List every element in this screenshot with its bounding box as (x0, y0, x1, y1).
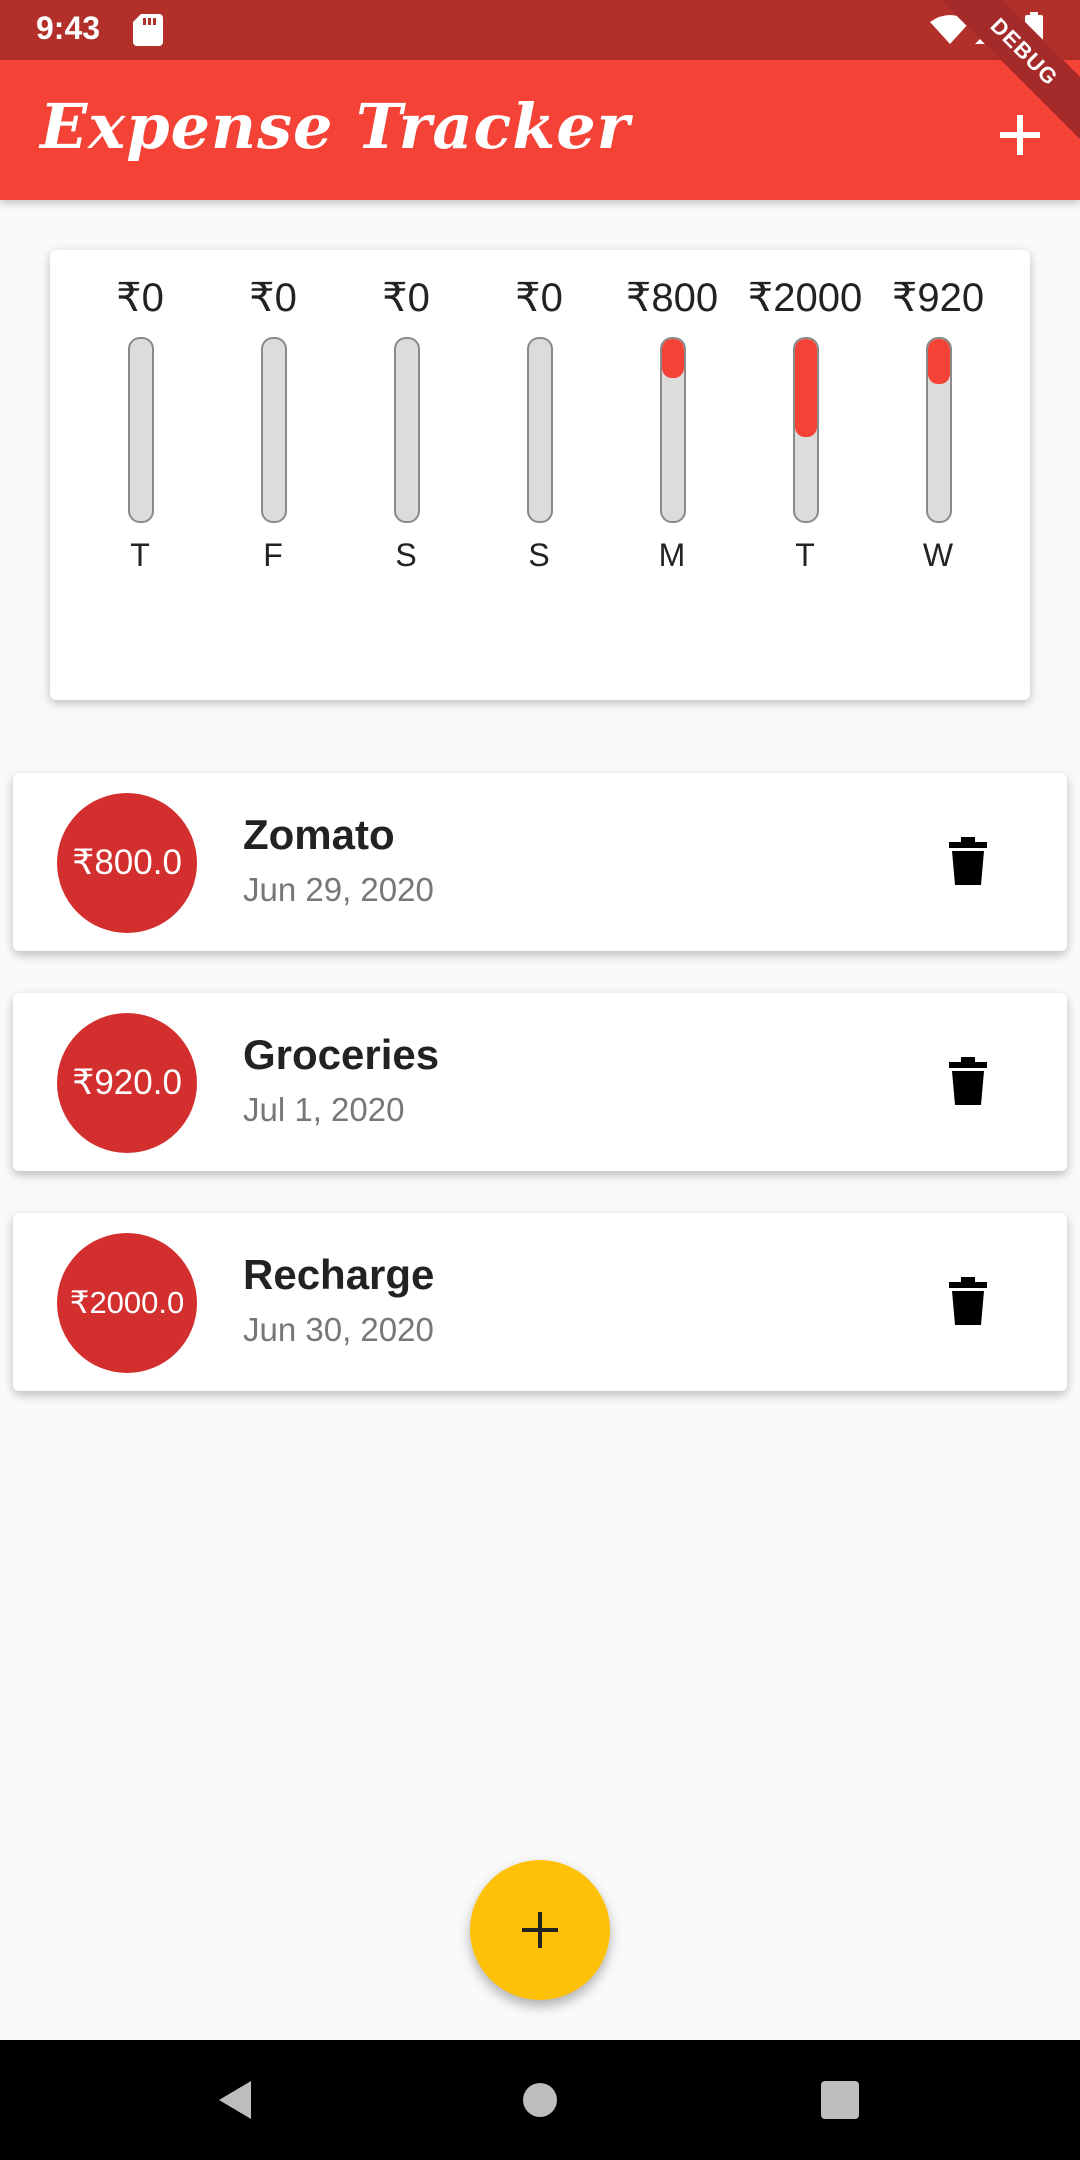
chart-day-label: T (795, 537, 815, 573)
chart-column: ₹920 W (868, 275, 1008, 585)
add-fab-button[interactable] (470, 1860, 610, 2000)
chart-amount-label: ₹920 (891, 276, 985, 320)
chart-column: ₹800 M (602, 275, 742, 585)
amount-avatar: ₹800.0 (57, 793, 197, 933)
chart-amount-label: ₹0 (382, 276, 430, 320)
chart-column: ₹0 S (469, 275, 609, 585)
chart-amount-label: ₹0 (515, 276, 563, 320)
status-time: 9:43 (36, 10, 101, 46)
chart-column: ₹0 T (70, 275, 210, 585)
chart-bar-fill (795, 339, 817, 437)
trash-icon-handle (961, 837, 975, 843)
transaction-date: Jun 30, 2020 (243, 1311, 434, 1348)
chart-bar-fill (928, 339, 950, 384)
transaction-title: Groceries (243, 1031, 440, 1078)
chart-bar (660, 337, 686, 523)
chart-column: ₹0 F (203, 275, 343, 585)
chart-amount-label: ₹0 (249, 276, 297, 320)
chart-bar (394, 337, 420, 523)
chart-day-label: W (922, 537, 954, 573)
chart-bar (128, 337, 154, 523)
home-icon[interactable] (522, 2082, 558, 2118)
chart-bar (261, 337, 287, 523)
app-title: Expense Tracker (40, 90, 631, 163)
transaction-card[interactable]: ₹920.0 Groceries Jul 1, 2020 (13, 993, 1067, 1171)
chart-amount-label: ₹2000 (747, 276, 863, 320)
transaction-date: Jul 1, 2020 (243, 1091, 405, 1128)
chart-bar (527, 337, 553, 523)
chart-day-label: S (395, 537, 417, 573)
delete-button[interactable] (943, 1276, 993, 1326)
trash-icon (952, 851, 984, 885)
chart-day-label: M (658, 537, 686, 573)
transaction-card[interactable]: ₹800.0 Zomato Jun 29, 2020 (13, 773, 1067, 951)
delete-button[interactable] (943, 836, 993, 886)
weekly-chart: ₹0 T ₹0 F ₹0 S ₹0 S ₹800 M ₹2000 T ₹920 W (50, 250, 1030, 700)
recents-icon[interactable] (821, 2081, 859, 2119)
chart-day-label: F (263, 537, 283, 573)
trash-icon-handle (961, 1057, 975, 1063)
add-transaction-button[interactable] (990, 105, 1050, 165)
chart-day-label: S (528, 537, 550, 573)
trash-icon (952, 1291, 984, 1325)
chart-bar (926, 337, 952, 523)
nav-bar (0, 2040, 1080, 2160)
trash-icon-handle (961, 1277, 975, 1283)
back-icon[interactable] (215, 2079, 255, 2121)
sd-card-icon (133, 14, 163, 46)
amount-avatar: ₹920.0 (57, 1013, 197, 1153)
chart-amount-label: ₹800 (625, 276, 719, 320)
transaction-title: Zomato (243, 811, 395, 858)
chart-column: ₹2000 T (735, 275, 875, 585)
transaction-title: Recharge (243, 1251, 435, 1298)
chart-amount-label: ₹0 (116, 276, 164, 320)
trash-icon (952, 1071, 984, 1105)
amount-avatar: ₹2000.0 (57, 1233, 197, 1373)
chart-bar (793, 337, 819, 523)
app-bar: Expense Tracker (0, 60, 1080, 200)
chart-bar-fill (662, 339, 684, 379)
status-bar: 9:43 (0, 0, 1080, 60)
transaction-date: Jun 29, 2020 (243, 871, 434, 908)
chart-column: ₹0 S (336, 275, 476, 585)
chart-day-label: T (130, 537, 150, 573)
delete-button[interactable] (943, 1056, 993, 1106)
plus-icon (522, 1912, 558, 1948)
transaction-card[interactable]: ₹2000.0 Recharge Jun 30, 2020 (13, 1213, 1067, 1391)
